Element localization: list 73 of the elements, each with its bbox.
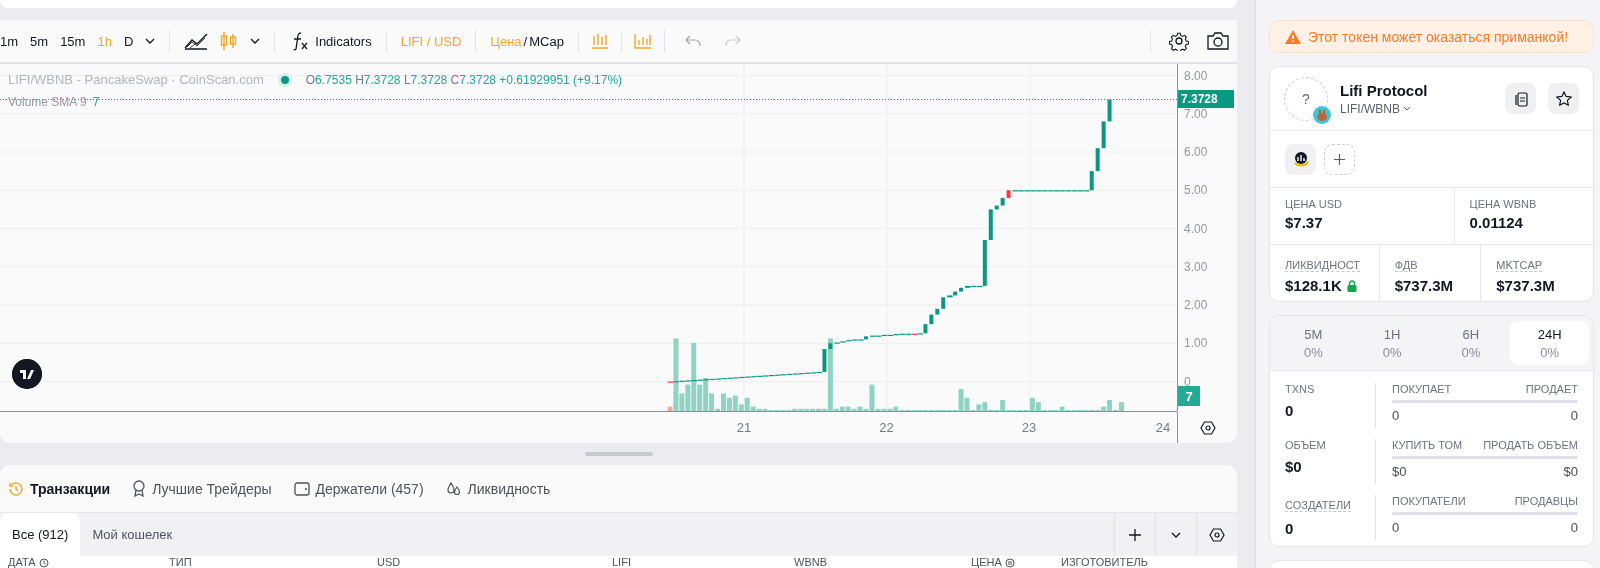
tab[interactable]: Лучшие Трейдеры bbox=[132, 480, 272, 497]
stat-value: $737.3M bbox=[1394, 277, 1454, 294]
tab[interactable]: Держатели (457) bbox=[293, 480, 424, 497]
stat-value: 0.01124 bbox=[1469, 214, 1523, 231]
token-name: Lifi Protocol bbox=[1340, 81, 1429, 99]
column-header: WBNB bbox=[794, 556, 827, 568]
indicators-button[interactable]: Indicators bbox=[309, 29, 378, 53]
filter-tab[interactable]: Мой кошелек bbox=[80, 513, 185, 556]
period-tab[interactable]: 24H 0% bbox=[1510, 321, 1589, 365]
price-axis-label: 1.00 bbox=[1184, 336, 1208, 351]
stat-value: $737.3M bbox=[1496, 277, 1555, 294]
tab[interactable]: Ликвидность bbox=[445, 480, 551, 497]
mcap-button[interactable]: MCap bbox=[529, 29, 570, 53]
pair-name[interactable]: LIFI/WBNB bbox=[1340, 101, 1400, 116]
time-axis-label: 23 bbox=[1021, 420, 1037, 435]
stat-label: ПРОДАВЦЫ bbox=[1514, 495, 1578, 507]
stat-value: 0 bbox=[1285, 520, 1295, 537]
filter-tab[interactable]: Все (912) bbox=[0, 513, 81, 556]
stat-label: СОЗДАТЕЛИ bbox=[1285, 499, 1351, 512]
stat-label: КУПИТЬ ТОМ bbox=[1392, 439, 1463, 451]
stat-label: ЦЕНА WBNB bbox=[1469, 198, 1538, 210]
interval-button[interactable]: 1m bbox=[0, 29, 25, 53]
stat-label: MKTCAP bbox=[1496, 259, 1543, 272]
chart-title: LIFI/WBNB - PancakeSwap · CoinScan.com bbox=[8, 72, 264, 87]
stat-label: ПРОДАТЬ ОБЪЕМ bbox=[1483, 439, 1578, 451]
column-header: LIFI bbox=[612, 556, 631, 568]
price-axis-label: 0 bbox=[1184, 374, 1191, 389]
column-header: ЦЕНА bbox=[971, 556, 1002, 568]
stat-value: $0 bbox=[1285, 458, 1303, 475]
period-tab[interactable]: 5M 0% bbox=[1274, 321, 1353, 365]
price-axis-label: 3.00 bbox=[1184, 259, 1208, 274]
stat-label: ЦЕНА USD bbox=[1285, 198, 1344, 210]
stat-value: 0 bbox=[1285, 402, 1295, 419]
column-header: ДАТА bbox=[8, 556, 36, 568]
price-axis-label: 8.00 bbox=[1184, 68, 1208, 83]
time-axis-label: 21 bbox=[736, 420, 752, 435]
interval-button[interactable]: D bbox=[117, 29, 140, 53]
separator-text: / bbox=[522, 32, 529, 51]
time-axis-label: 24 bbox=[1155, 420, 1171, 435]
stat-value: $0 bbox=[1563, 464, 1578, 479]
interval-button[interactable]: 5m bbox=[24, 29, 55, 53]
period-tab[interactable]: 1H 0% bbox=[1352, 321, 1432, 365]
stat-value: $0 bbox=[1392, 464, 1407, 479]
interval-button[interactable]: 15m bbox=[54, 29, 92, 53]
price-axis-label: 4.00 bbox=[1184, 221, 1208, 236]
column-header: ТИП bbox=[169, 556, 192, 568]
stat-value: $7.37 bbox=[1285, 214, 1323, 231]
stat-value: 0 bbox=[1392, 408, 1400, 423]
stat-value: 0 bbox=[1570, 520, 1578, 535]
volume-label: 7 bbox=[1178, 386, 1200, 406]
stat-label: ФДВ bbox=[1394, 259, 1418, 272]
price-axis-label: 6.00 bbox=[1184, 145, 1208, 159]
stat-label: ОБЪЕМ bbox=[1285, 439, 1327, 451]
tab[interactable]: Транзакции bbox=[8, 480, 111, 497]
time-axis-label: 22 bbox=[879, 420, 894, 435]
column-header: USD bbox=[377, 556, 401, 568]
price-axis-label: 5.00 bbox=[1184, 183, 1208, 198]
stat-label: TXNS bbox=[1285, 383, 1316, 395]
period-tab[interactable]: 6H 0% bbox=[1431, 321, 1511, 365]
stat-label: ЛИКВИДНОСТ bbox=[1285, 259, 1361, 272]
stat-value: 0 bbox=[1570, 408, 1578, 423]
price-axis-label: 7.00 bbox=[1184, 106, 1208, 121]
stat-value: 0 bbox=[1392, 520, 1400, 535]
stat-label: ПРОДАЕТ bbox=[1525, 383, 1578, 395]
column-header: ИЗГОТОВИТЕЛЬ bbox=[1061, 556, 1148, 568]
stat-label: ПОКУПАЕТ bbox=[1392, 383, 1452, 395]
last-price-label: 7.3728 bbox=[1178, 90, 1234, 109]
stat-label: ПОКУПАТЕЛИ bbox=[1392, 495, 1466, 507]
price-axis-label: 2.00 bbox=[1184, 298, 1208, 312]
stat-value: $128.1K bbox=[1285, 277, 1342, 294]
ohlc-values: O6.7535 H7.3728 L7.3728 C7.3728 +0.61929951 (+9.17%) bbox=[305, 72, 623, 87]
volume-legend: Volume SMA 9 7 bbox=[8, 95, 100, 109]
warning-text: Этот токен может оказаться приманкой! bbox=[1308, 28, 1569, 45]
